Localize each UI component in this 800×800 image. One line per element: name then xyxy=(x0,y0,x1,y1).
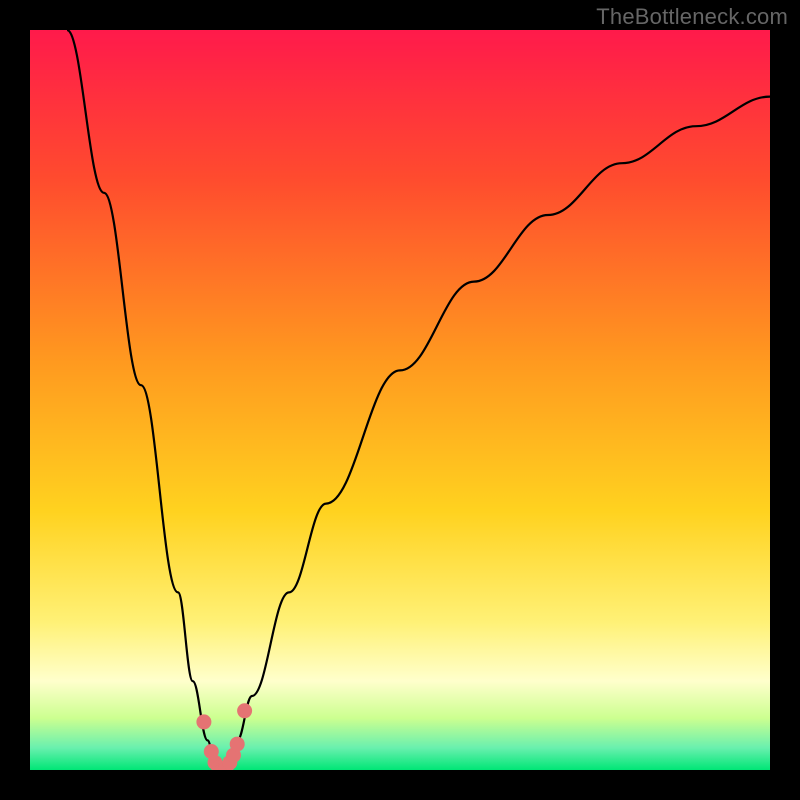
marker-point xyxy=(230,737,245,752)
curve-layer xyxy=(30,30,770,770)
watermark-text: TheBottleneck.com xyxy=(596,4,788,30)
outer-frame: TheBottleneck.com xyxy=(0,0,800,800)
bottleneck-curve xyxy=(67,30,770,770)
marker-point xyxy=(237,703,252,718)
plot-area xyxy=(30,30,770,770)
marker-point xyxy=(196,714,211,729)
